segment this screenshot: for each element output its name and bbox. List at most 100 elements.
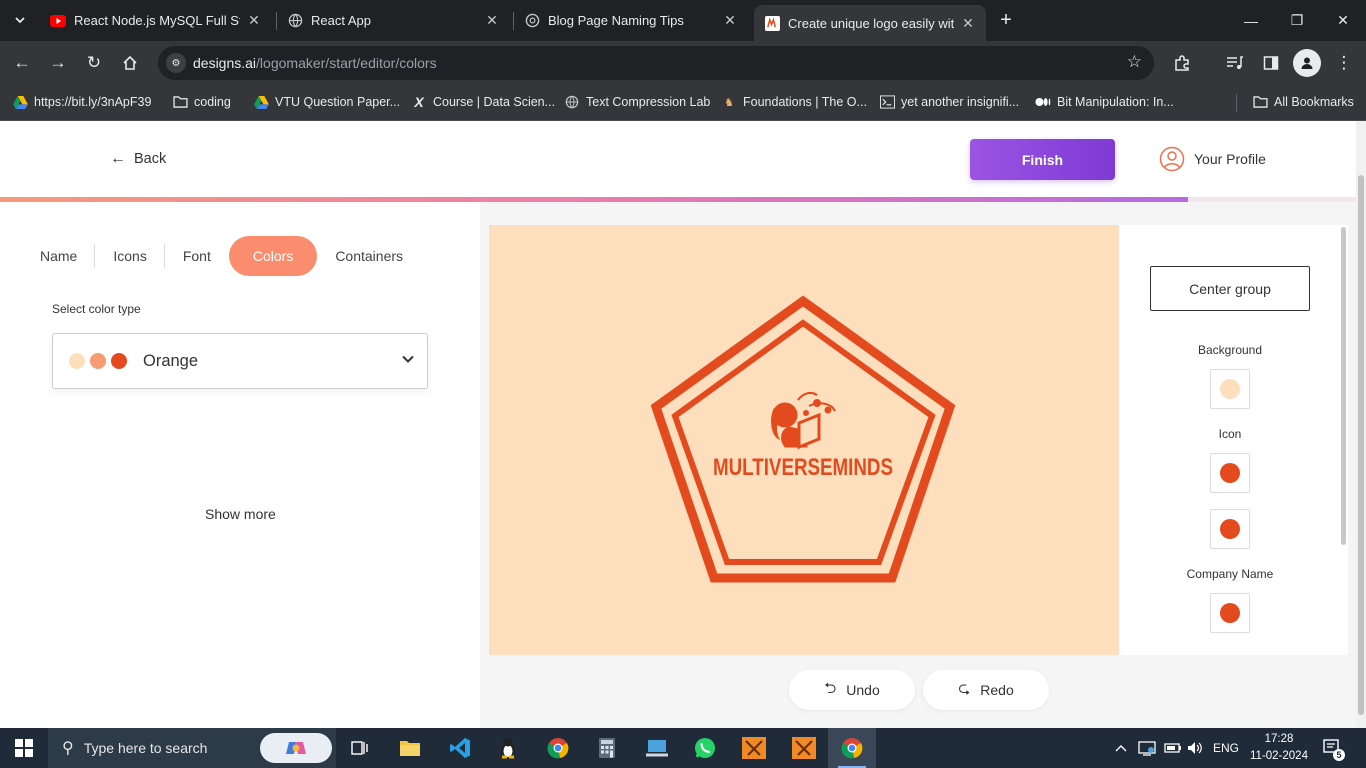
tab-font[interactable]: Font: [165, 236, 229, 276]
restore-button[interactable]: ❐: [1274, 0, 1320, 41]
close-icon[interactable]: ✕: [484, 12, 500, 29]
profile-label: Your Profile: [1194, 151, 1266, 167]
bookmark-item[interactable]: X Course | Data Scien...: [411, 92, 555, 112]
undo-button[interactable]: ⮌ Undo: [789, 670, 915, 710]
more-menu-icon[interactable]: ⋮: [1330, 49, 1358, 77]
vscode-icon[interactable]: [436, 728, 484, 768]
tab-colors[interactable]: Colors: [228, 236, 318, 276]
chevron-up-icon: [1115, 745, 1127, 752]
scrollbar-thumb[interactable]: [1358, 175, 1364, 715]
color-swatch: [90, 353, 106, 369]
logomaker-page: ← Back Finish Your Profile Name Icons Fo…: [0, 121, 1366, 728]
browser-tab-4-active[interactable]: Create unique logo easily with D ✕: [754, 5, 986, 41]
back-link[interactable]: ← Back: [110, 150, 166, 168]
system-clock[interactable]: 17:28 11-02-2024: [1244, 731, 1314, 765]
left-settings-panel: Name Icons Font Colors Containers Select…: [0, 202, 480, 728]
icon-color-picker[interactable]: [1210, 453, 1250, 493]
clock-date: 11-02-2024: [1250, 750, 1308, 762]
show-hidden-icons[interactable]: [1115, 728, 1127, 768]
extensions-icon[interactable]: [1168, 49, 1196, 77]
browser-tab-3[interactable]: Blog Page Naming Tips ✕: [514, 6, 748, 35]
finish-button[interactable]: Finish: [970, 139, 1115, 180]
logo-canvas[interactable]: MULTIVERSEMINDS: [489, 225, 1119, 655]
taskbar-search[interactable]: ⚲ Type here to search: [48, 728, 336, 768]
tab-search-button[interactable]: [8, 8, 32, 32]
chrome-icon[interactable]: [534, 728, 582, 768]
arrow-left-icon: ←: [110, 150, 126, 167]
profile-avatar-icon[interactable]: [1293, 49, 1321, 77]
reload-icon[interactable]: ↻: [80, 49, 108, 77]
bookmark-item[interactable]: yet another insignifi...: [879, 92, 1019, 112]
x-logo-icon: X: [414, 94, 424, 110]
clock-time: 17:28: [1264, 733, 1294, 745]
side-panel-icon[interactable]: [1257, 49, 1285, 77]
new-tab-button[interactable]: +: [996, 9, 1016, 31]
bookmark-folder[interactable]: coding: [172, 92, 231, 112]
close-icon[interactable]: ✕: [960, 15, 976, 32]
icon-secondary-color-picker[interactable]: [1210, 509, 1250, 549]
browser-tab-1[interactable]: React Node.js MySQL Full Stack ✕: [40, 6, 272, 35]
browser-tab-2[interactable]: React App ✕: [277, 6, 510, 35]
color-swatch: [69, 353, 85, 369]
notification-count: 5: [1333, 749, 1345, 761]
browser-toolbar: ← → ↻ ⚙ designs.ai/logomaker/start/edito…: [0, 41, 1366, 84]
close-icon[interactable]: ✕: [246, 12, 262, 29]
calculator-icon[interactable]: [583, 728, 631, 768]
language-indicator[interactable]: ENG: [1213, 728, 1239, 768]
company-name-color-picker[interactable]: [1210, 593, 1250, 633]
task-view-icon[interactable]: [336, 728, 384, 768]
address-bar[interactable]: ⚙ designs.ai/logomaker/start/editor/colo…: [158, 46, 1154, 80]
bookmark-item[interactable]: Bit Manipulation: In...: [1035, 92, 1174, 112]
game-app-icon[interactable]: [780, 728, 828, 768]
file-explorer-icon[interactable]: [386, 728, 434, 768]
game-app-icon[interactable]: [730, 728, 778, 768]
home-icon[interactable]: [116, 49, 144, 77]
chrome-active-icon[interactable]: [828, 728, 876, 768]
color-type-select[interactable]: Orange: [52, 333, 428, 389]
back-arrow-icon[interactable]: ←: [8, 49, 36, 77]
url-text: designs.ai/logomaker/start/editor/colors: [193, 55, 437, 71]
design-workspace: MULTIVERSEMINDS Center group Background …: [480, 202, 1366, 728]
minimize-button[interactable]: —: [1228, 0, 1274, 41]
site-info-icon[interactable]: ⚙: [166, 53, 186, 73]
windows-start-icon[interactable]: [0, 728, 48, 768]
close-window-button[interactable]: ✕: [1320, 0, 1366, 41]
bookmark-item[interactable]: Text Compression Lab: [564, 92, 710, 112]
battery-icon[interactable]: [1164, 728, 1182, 768]
page-scrollbar[interactable]: [1356, 121, 1366, 728]
linux-tux-icon[interactable]: [484, 728, 532, 768]
company-name-text: MULTIVERSEMINDS: [713, 454, 893, 481]
youtube-icon: [50, 13, 66, 29]
color-dot: [1220, 379, 1240, 399]
color-settings-panel: Center group Background Icon Company Nam…: [1119, 225, 1348, 655]
show-more-link[interactable]: Show more: [205, 506, 276, 522]
copilot-icon[interactable]: [260, 733, 332, 763]
icon-label: Icon: [1218, 427, 1242, 441]
all-bookmarks-folder[interactable]: All Bookmarks: [1252, 92, 1354, 112]
logo-preview: MULTIVERSEMINDS: [650, 295, 956, 583]
browser-tab-strip: React Node.js MySQL Full Stack ✕ React A…: [0, 0, 1366, 41]
network-icon[interactable]: [1138, 728, 1156, 768]
whatsapp-icon[interactable]: [681, 728, 729, 768]
girl-reading-book-icon: [771, 391, 836, 450]
close-icon[interactable]: ✕: [722, 12, 738, 29]
forward-arrow-icon[interactable]: →: [44, 49, 72, 77]
tab-title: Blog Page Naming Tips: [548, 13, 684, 28]
center-group-button[interactable]: Center group: [1150, 266, 1310, 311]
bookmark-item[interactable]: ♞ Foundations | The O...: [721, 92, 867, 112]
your-profile-link[interactable]: Your Profile: [1159, 146, 1266, 172]
bookmark-star-icon[interactable]: ☆: [1127, 52, 1142, 72]
tab-name[interactable]: Name: [22, 236, 96, 276]
background-color-picker[interactable]: [1210, 369, 1250, 409]
remote-desktop-icon[interactable]: [633, 728, 681, 768]
background-label: Background: [1197, 343, 1263, 357]
bookmark-item[interactable]: https://bit.ly/3nApF39: [12, 92, 151, 112]
bookmark-item[interactable]: VTU Question Paper...: [253, 92, 400, 112]
redo-button[interactable]: ⮎ Redo: [923, 670, 1049, 710]
media-control-icon[interactable]: [1221, 49, 1249, 77]
volume-icon[interactable]: [1187, 728, 1203, 768]
tab-icons[interactable]: Icons: [95, 236, 166, 276]
panel-scrollbar[interactable]: [1341, 227, 1346, 545]
notification-center-icon[interactable]: 5: [1322, 738, 1345, 761]
tab-containers[interactable]: Containers: [317, 236, 421, 276]
